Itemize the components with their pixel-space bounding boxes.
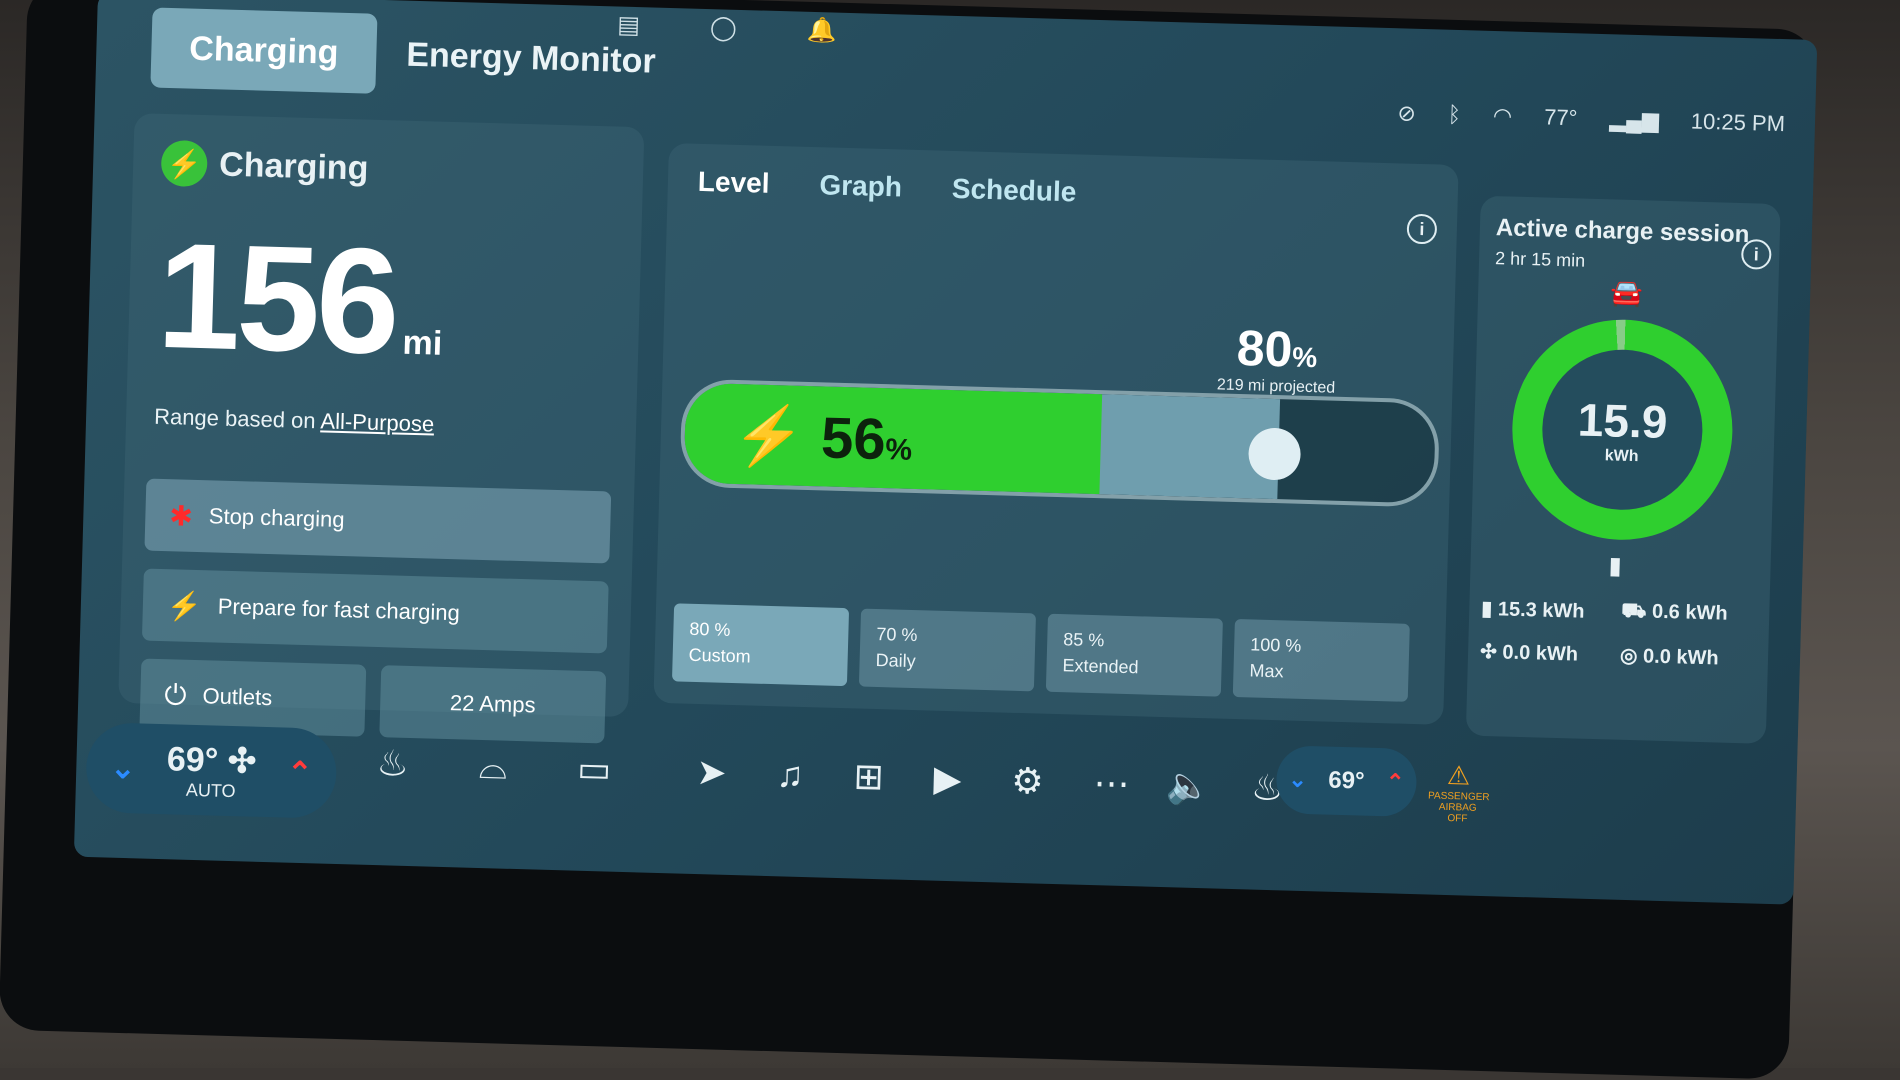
driver-climate-control: ⌄ 69° ✣ AUTO ⌃: [85, 721, 338, 819]
passenger-temp-down-button[interactable]: ⌄: [1288, 767, 1307, 794]
bell-icon[interactable]: 🔔: [806, 16, 837, 46]
tab-energy-monitor[interactable]: Energy Monitor: [405, 15, 656, 102]
range-value: 156: [155, 210, 399, 386]
driver-temp-down-button[interactable]: ⌄: [110, 750, 136, 786]
tab-schedule[interactable]: Schedule: [951, 173, 1076, 208]
front-defrost-icon[interactable]: ⌓: [478, 745, 508, 789]
camera-icon[interactable]: ▶: [933, 758, 962, 801]
stat-car: ⛟ 0.6 kWh: [1621, 599, 1728, 625]
fan-icon: ✣: [227, 741, 257, 781]
touchscreen: ▤ ◯ 🔔 Charging Energy Monitor ⊘ ᛒ ◠ 77° …: [73, 0, 1818, 905]
charge-level-bar: ⚡ 56%: [679, 378, 1441, 508]
charge-presets: 80 % Custom 70 % Daily 85 % Extended 100 % M…: [671, 603, 1410, 702]
range-basis: Range based on All-Purpose: [154, 404, 435, 438]
charging-header: ⚡ Charging: [160, 139, 369, 192]
bluetooth-icon: ᛒ: [1447, 101, 1462, 128]
range-unit: mi: [402, 323, 443, 363]
volume-icon[interactable]: 🔈: [1166, 764, 1212, 807]
passenger-temp-up-button[interactable]: ⌃: [1386, 769, 1405, 796]
rear-defrost-icon[interactable]: ▭: [577, 748, 612, 792]
range-prefix: Range based on: [153, 403, 316, 434]
airbag-icon: ⚠: [1446, 759, 1471, 791]
prepare-fast-charging-button[interactable]: ⚡ Prepare for fast charging: [141, 568, 609, 654]
charging-panel: ⚡ Charging 156 mi Range based on All-Purp…: [118, 113, 645, 744]
passenger-climate-control: ⌄ 69° ⌃: [1275, 745, 1418, 818]
range-mode-link[interactable]: All-Purpose: [320, 408, 434, 436]
driver-temp-up-button[interactable]: ⌃: [287, 755, 313, 791]
session-energy-value: 15.9: [1577, 393, 1669, 448]
tab-charging[interactable]: Charging: [150, 7, 378, 94]
session-info-icon[interactable]: i: [1740, 238, 1772, 270]
projected-level: 80% 219 mi projected: [1196, 318, 1358, 398]
stat-other: ◎ 0.0 kWh: [1619, 644, 1719, 670]
tab-graph[interactable]: Graph: [819, 169, 902, 203]
session-energy-unit: kWh: [1604, 447, 1639, 466]
audio-controls: 🔈 ♨: [1166, 764, 1284, 809]
session-title: Active charge session: [1495, 214, 1750, 249]
status-bar: ⊘ ᛒ ◠ 77° ▂▄▆ 10:25 PM: [1397, 100, 1785, 137]
target-level: 80%: [1236, 319, 1318, 378]
seat-heater-icon[interactable]: ♨: [376, 742, 409, 786]
outside-temp: 77°: [1543, 104, 1578, 131]
charge-level-panel: Level Graph Schedule i 80% 219 mi projec…: [653, 143, 1459, 725]
charge-session-panel: Active charge session 2 hr 15 min i 🚘 15…: [1465, 195, 1781, 744]
preset-extended[interactable]: 85 % Extended: [1045, 613, 1223, 697]
passenger-temp-display[interactable]: 69°: [1328, 767, 1365, 796]
preset-daily[interactable]: 70 % Daily: [858, 608, 1037, 692]
stop-charging-label: Stop charging: [208, 503, 345, 533]
stop-charge-icon: ✱: [168, 499, 194, 532]
car-icon: 🚘: [1609, 277, 1643, 309]
charging-title: Charging: [218, 144, 369, 188]
climate-shortcuts: ♨ ⌓ ▭: [376, 742, 612, 792]
stat-climate: ✣ 0.0 kWh: [1479, 640, 1579, 666]
prepare-label: Prepare for fast charging: [217, 593, 461, 626]
wifi-icon: ◠: [1492, 103, 1513, 129]
charge-subtabs: Level Graph Schedule: [697, 166, 1077, 209]
navigation-icon[interactable]: ➤: [696, 751, 727, 794]
session-energy-ring: 15.9 kWh: [1509, 316, 1736, 543]
music-icon[interactable]: ♫: [776, 753, 804, 796]
app-launcher: ➤ ♫ ⊞ ▶ ⚙ ⋯: [696, 751, 1130, 805]
range-display: 156 mi: [155, 209, 446, 390]
fast-charge-icon: ⚡: [166, 589, 203, 622]
info-icon[interactable]: i: [1406, 213, 1438, 245]
driver-temp-display[interactable]: 69° ✣ AUTO: [166, 739, 257, 802]
signal-icon: ▂▄▆: [1609, 106, 1660, 133]
bolt-icon: ⚡: [160, 139, 208, 188]
battery-icon: ▮: [1608, 552, 1623, 580]
circle-icon[interactable]: ◯: [710, 13, 738, 43]
settings-icon[interactable]: ⚙: [1011, 760, 1044, 803]
current-level: ⚡ 56%: [731, 402, 913, 473]
more-icon[interactable]: ⋯: [1093, 762, 1130, 805]
driver-climate-mode: AUTO: [185, 779, 236, 801]
stop-charging-button[interactable]: ✱ Stop charging: [144, 478, 612, 564]
tab-level[interactable]: Level: [697, 166, 770, 200]
sentry-icon: ⊘: [1397, 100, 1417, 126]
preset-custom[interactable]: 80 % Custom: [671, 603, 850, 687]
stat-battery: ▮ 15.3 kWh: [1481, 597, 1585, 623]
session-duration: 2 hr 15 min: [1494, 248, 1586, 271]
energy-breakdown: ▮ 15.3 kWh ⛟ 0.6 kWh ✣ 0.0 kWh ◎ 0.0 kWh: [1480, 596, 1762, 672]
clock: 10:25 PM: [1690, 108, 1786, 137]
preset-max[interactable]: 100 % Max: [1232, 618, 1410, 702]
passenger-airbag-indicator: ⚠ PASSENGER AIRBAG OFF: [1427, 759, 1490, 825]
ring-center: 15.9 kWh: [1540, 347, 1705, 512]
apps-icon[interactable]: ⊞: [853, 755, 884, 798]
